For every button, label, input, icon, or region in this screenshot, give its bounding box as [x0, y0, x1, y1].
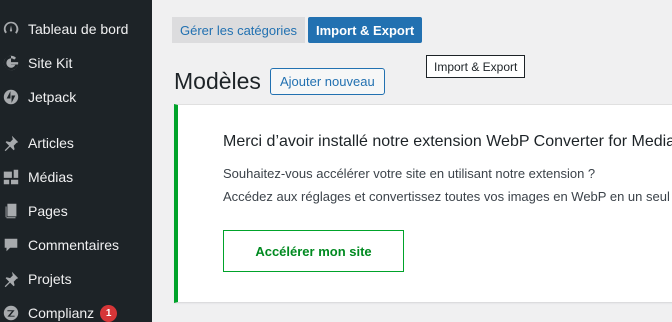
admin-sidebar: Tableau de bord Site Kit Jetpack Article…: [0, 0, 152, 322]
sidebar-item-label: Articles: [28, 135, 74, 151]
comment-icon: [1, 235, 21, 255]
sidebar-item-articles[interactable]: Articles: [0, 126, 152, 160]
sidebar-item-label: Jetpack: [28, 89, 77, 105]
sidebar-item-medias[interactable]: Médias: [0, 160, 152, 194]
sidebar-item-projets[interactable]: Projets: [0, 262, 152, 296]
dashboard-icon: [1, 19, 21, 39]
sidebar-item-label: Médias: [28, 169, 74, 185]
sidebar-item-comments[interactable]: Commentaires: [0, 228, 152, 262]
notice-text-2: Accédez aux réglages et convertissez tou…: [223, 189, 672, 204]
add-new-button[interactable]: Ajouter nouveau: [270, 68, 385, 95]
google-g-icon: [1, 53, 21, 73]
sidebar-item-jetpack[interactable]: Jetpack: [0, 80, 152, 114]
media-icon: [1, 167, 21, 187]
webp-notice: Merci d’avoir installé notre extension W…: [174, 104, 672, 303]
pin-icon: [1, 269, 21, 289]
sidebar-item-label: Site Kit: [28, 55, 73, 71]
sidebar-item-label: Projets: [28, 271, 72, 287]
sidebar-item-label: Complianz: [28, 305, 95, 321]
sidebar-item-label: Tableau de bord: [28, 21, 129, 37]
notice-text-1: Souhaitez-vous accélérer votre site en u…: [223, 166, 596, 181]
sidebar-item-label: Pages: [28, 203, 68, 219]
jetpack-icon: [1, 87, 21, 107]
accelerate-site-button[interactable]: Accélérer mon site: [223, 230, 404, 272]
sidebar-item-dashboard[interactable]: Tableau de bord: [0, 12, 152, 46]
import-export-button[interactable]: Import & Export: [308, 17, 423, 43]
page-title: Modèles: [174, 68, 261, 94]
manage-categories-button[interactable]: Gérer les catégories: [172, 17, 306, 43]
complianz-icon: [1, 303, 21, 322]
tooltip: Import & Export: [426, 55, 526, 78]
pages-icon: [1, 201, 21, 221]
pin-icon: [1, 133, 21, 153]
notification-badge: 1: [100, 304, 118, 322]
sidebar-item-site-kit[interactable]: Site Kit: [0, 46, 152, 80]
notice-title: Merci d’avoir installé notre extension W…: [223, 133, 672, 150]
sidebar-item-pages[interactable]: Pages: [0, 194, 152, 228]
sidebar-item-complianz[interactable]: Complianz 1: [0, 296, 152, 322]
sidebar-item-label: Commentaires: [28, 237, 120, 253]
